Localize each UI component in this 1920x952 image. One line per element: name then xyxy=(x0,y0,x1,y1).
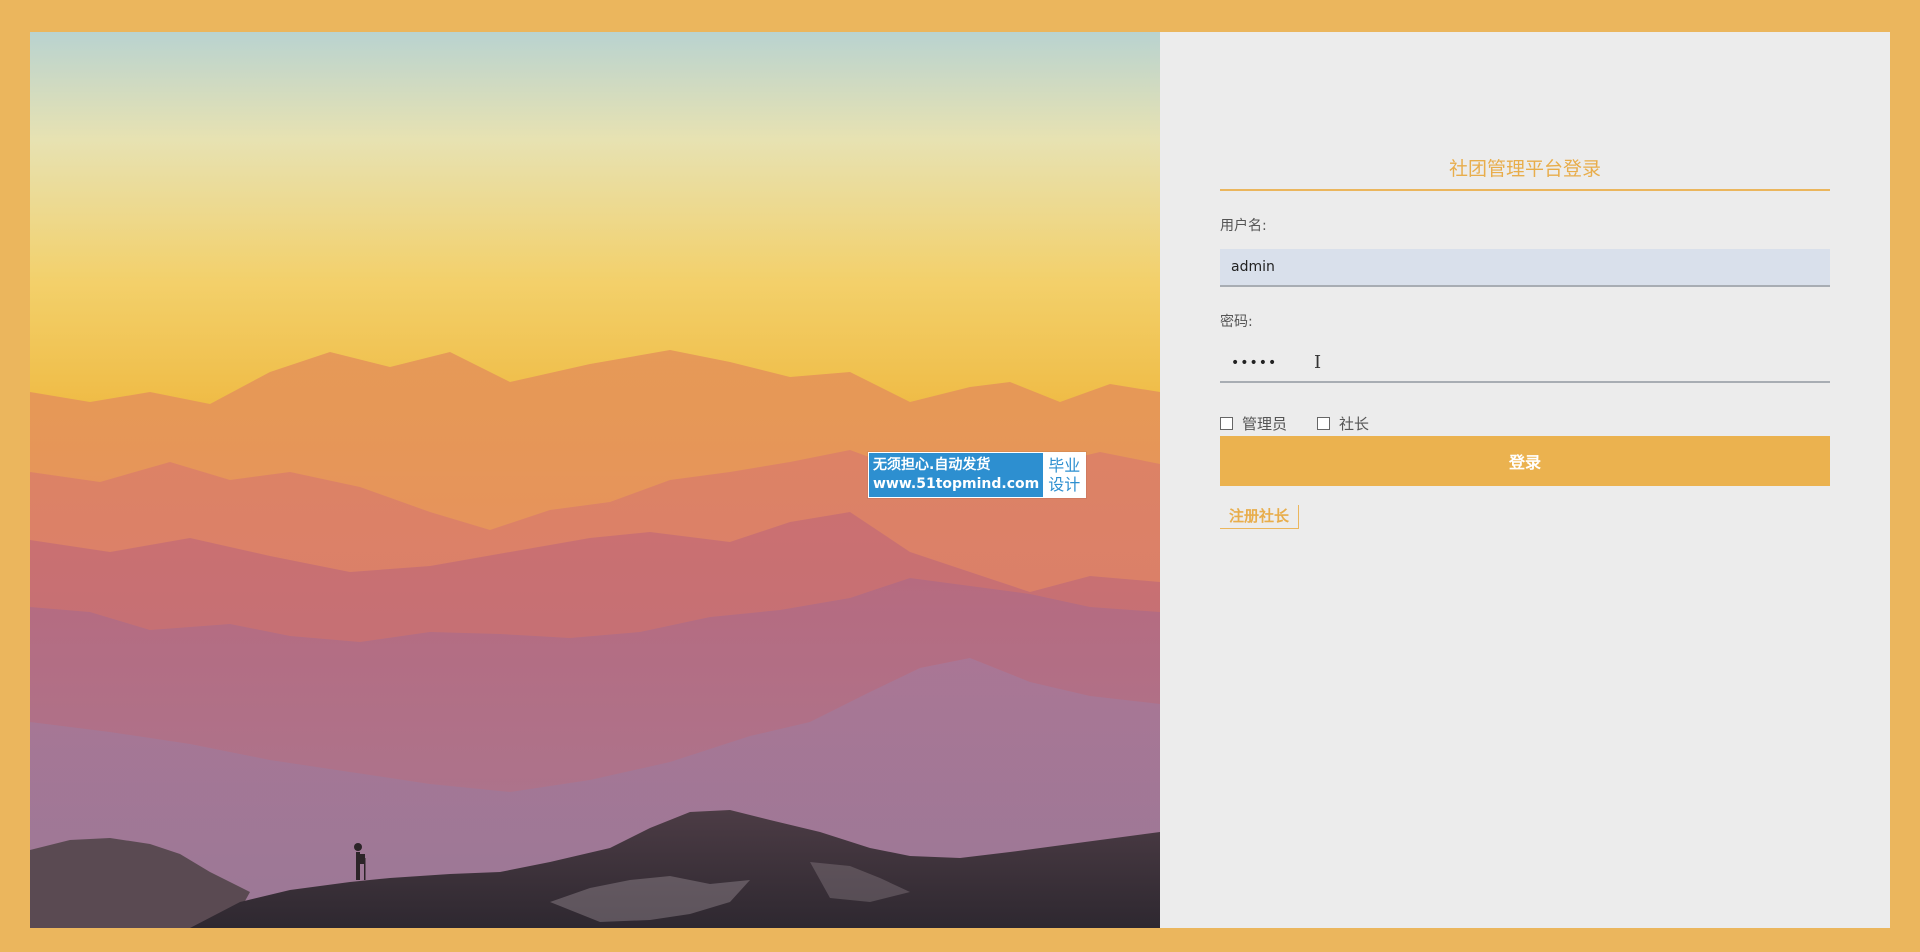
role-selector: 管理员 社长 xyxy=(1220,413,1830,434)
password-value: ••••• xyxy=(1231,355,1278,371)
text-cursor-icon: I xyxy=(1314,352,1323,373)
register-president-link[interactable]: 注册社长 xyxy=(1220,505,1300,529)
hero-landscape-image: 无须担心.自动发货 www.51topmind.com 毕业 设计 xyxy=(30,32,1160,928)
password-field[interactable]: ••••• I xyxy=(1220,345,1830,383)
watermark-side1: 毕业 xyxy=(1048,456,1081,475)
role-president-checkbox[interactable] xyxy=(1317,417,1331,430)
role-president-label: 社长 xyxy=(1339,415,1370,433)
watermark-side2: 设计 xyxy=(1048,475,1081,494)
role-admin-checkbox[interactable] xyxy=(1220,417,1233,430)
role-admin-option[interactable]: 管理员 xyxy=(1220,413,1287,434)
login-form: 社团管理平台登录 用户名: admin 密码: ••••• I 管理员 社长 登… xyxy=(1220,154,1830,529)
watermark-badge: 无须担心.自动发货 www.51topmind.com 毕业 设计 xyxy=(868,452,1087,498)
role-admin-label: 管理员 xyxy=(1242,415,1288,433)
username-field[interactable]: admin xyxy=(1220,249,1830,287)
username-label: 用户名: xyxy=(1220,218,1267,234)
watermark-line1: 无须担心.自动发货 xyxy=(873,457,991,473)
page-frame: 无须担心.自动发货 www.51topmind.com 毕业 设计 社团管理平台… xyxy=(30,32,1890,928)
password-label: 密码: xyxy=(1220,314,1253,330)
username-value: admin xyxy=(1231,259,1275,275)
login-button[interactable]: 登录 xyxy=(1220,436,1830,486)
page-title: 社团管理平台登录 xyxy=(1220,154,1830,191)
watermark-url: www.51topmind.com xyxy=(873,476,1040,492)
role-president-option[interactable]: 社长 xyxy=(1317,413,1369,434)
login-panel: 社团管理平台登录 用户名: admin 密码: ••••• I 管理员 社长 登… xyxy=(1160,32,1890,928)
